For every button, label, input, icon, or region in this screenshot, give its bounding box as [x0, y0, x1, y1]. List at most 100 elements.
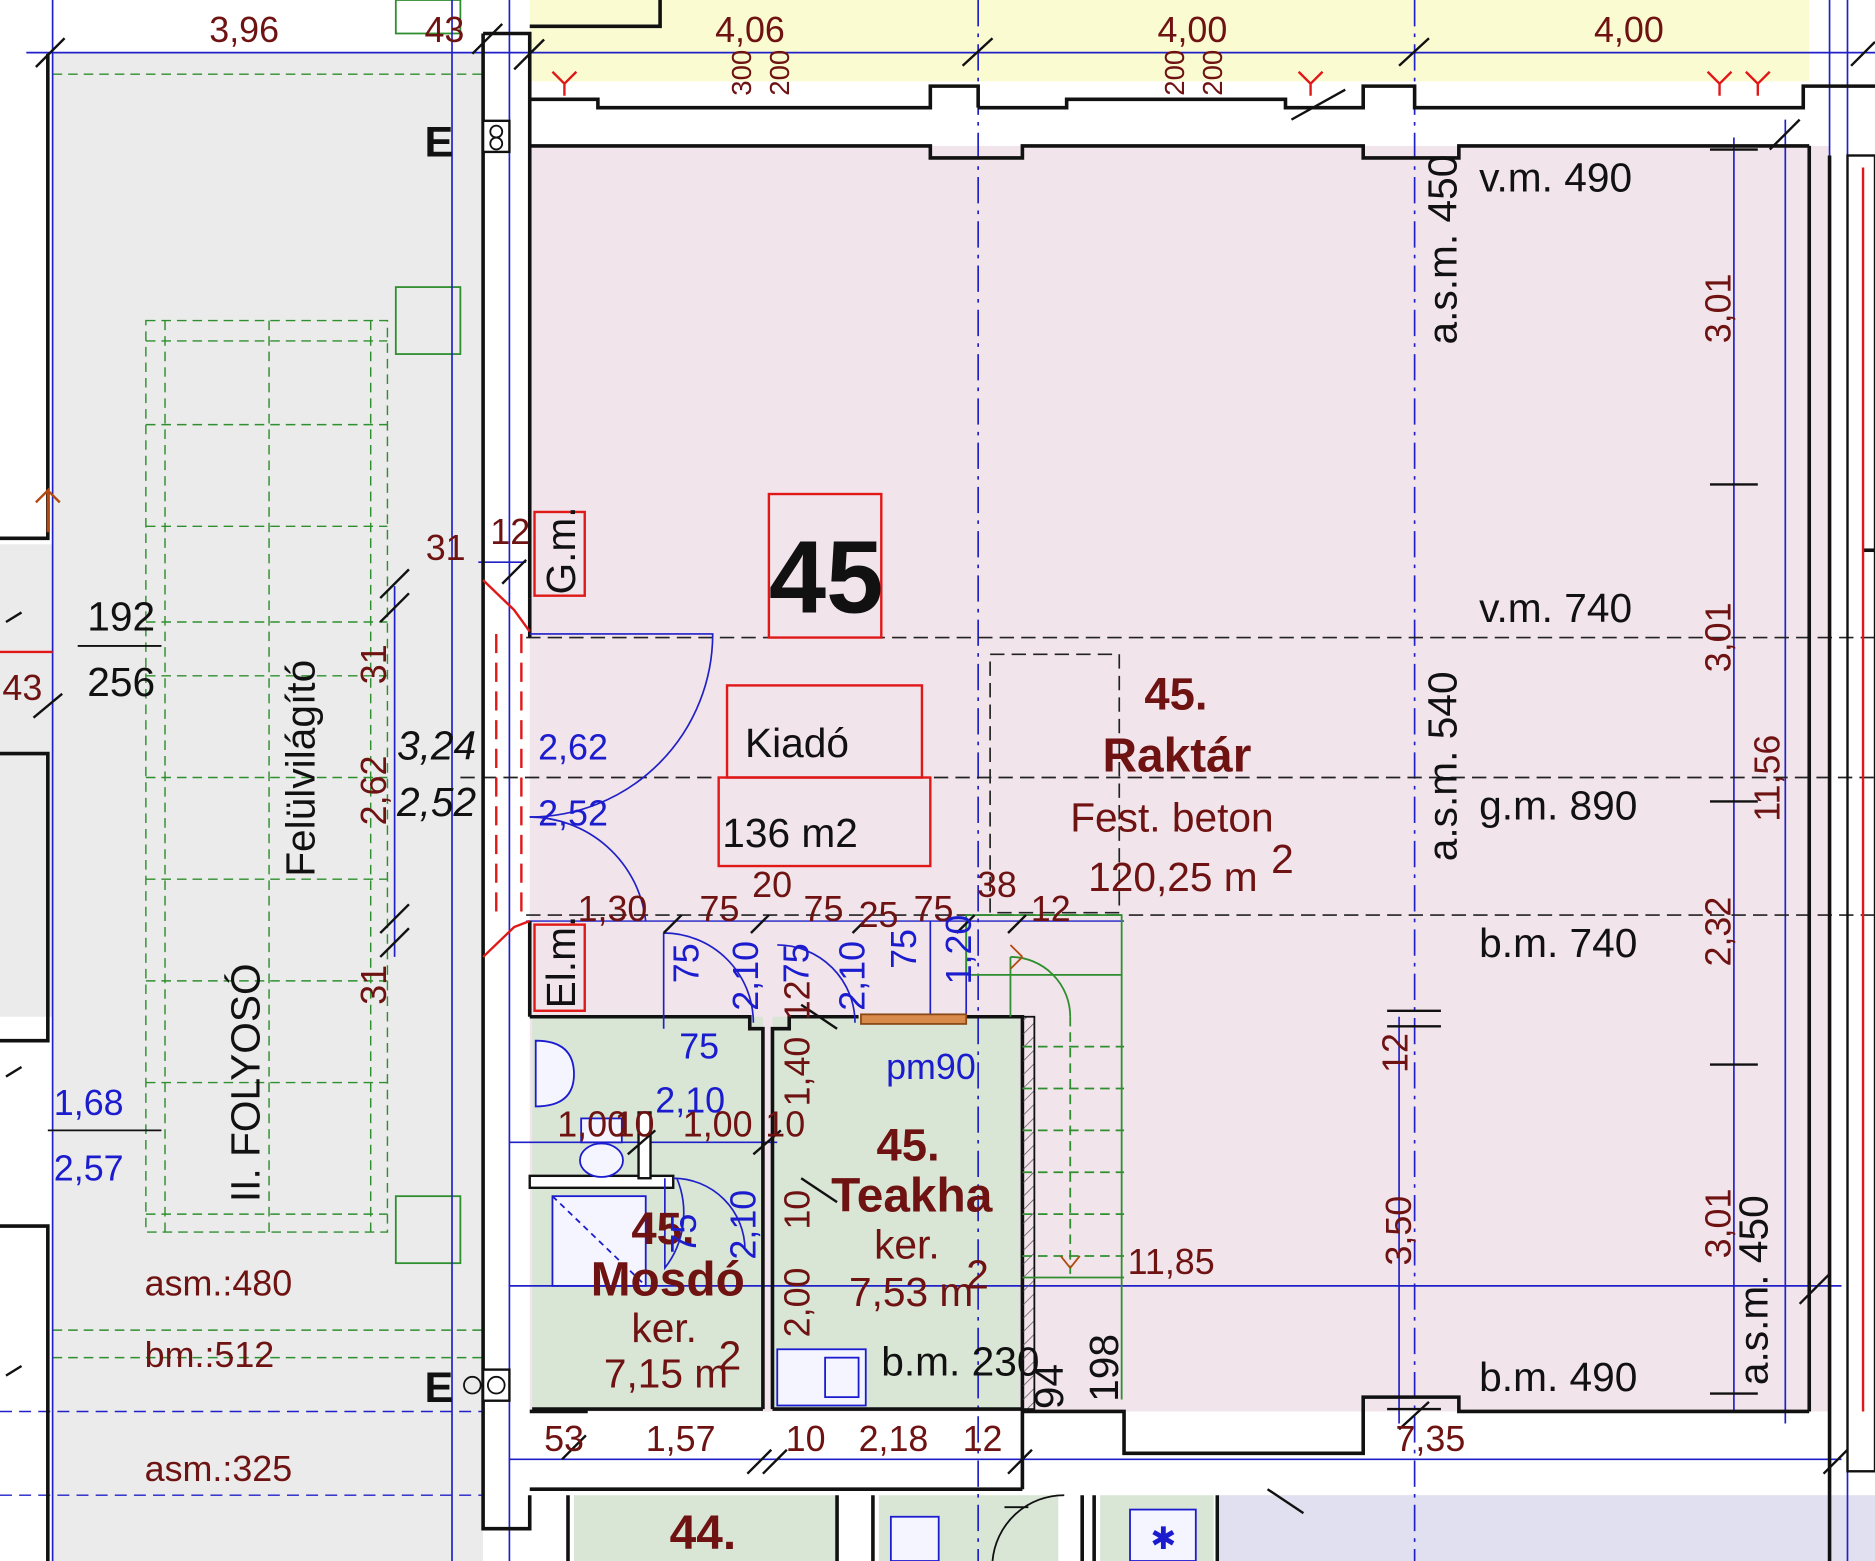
svg-text:E: E: [425, 119, 454, 167]
svg-text:1,20: 1,20: [939, 915, 979, 985]
toilet-44-icon: [889, 1515, 940, 1561]
svg-text:2,10: 2,10: [833, 941, 873, 1011]
svg-text:75: 75: [666, 943, 706, 983]
svg-text:b.m. 740: b.m. 740: [1479, 920, 1637, 966]
svg-text:v.m. 490: v.m. 490: [1479, 154, 1632, 200]
svg-text:Felülvilágító: Felülvilágító: [277, 660, 323, 877]
gm-marker: G.m.: [538, 506, 584, 594]
svg-text:asm.:480: asm.:480: [145, 1263, 292, 1303]
svg-text:12: 12: [1031, 889, 1071, 929]
svg-text:12: 12: [1375, 1033, 1415, 1073]
svg-text:7,53 m: 7,53 m: [849, 1269, 973, 1315]
toilet-icon: [579, 1142, 624, 1178]
svg-text:75: 75: [776, 943, 816, 983]
svg-text:2,57: 2,57: [54, 1149, 124, 1189]
svg-text:10: 10: [765, 1104, 805, 1144]
svg-text:4,00: 4,00: [1158, 10, 1228, 50]
svg-text:b.m. 490: b.m. 490: [1479, 1354, 1637, 1400]
svg-text:2: 2: [1271, 836, 1294, 882]
svg-text:v.m. 740: v.m. 740: [1479, 585, 1632, 631]
svg-text:a.s.m. 450: a.s.m. 450: [1419, 155, 1465, 345]
shower-star-icon: ✱: [1150, 1521, 1176, 1556]
floor-plan: ✱ E E 3,96 43 4,06 4,00 4,00 300 200 200…: [0, 0, 1875, 1561]
svg-text:200: 200: [1159, 50, 1190, 96]
svg-text:3,01: 3,01: [1698, 1189, 1738, 1259]
svg-text:31: 31: [426, 528, 466, 568]
svg-text:a.s.m. 540: a.s.m. 540: [1419, 671, 1465, 861]
svg-text:1,30: 1,30: [578, 889, 648, 929]
svg-text:53: 53: [544, 1419, 584, 1459]
svg-text:1,57: 1,57: [646, 1419, 716, 1459]
svg-text:198: 198: [1081, 1334, 1127, 1402]
svg-text:E: E: [425, 1364, 454, 1412]
svg-text:2,62: 2,62: [354, 756, 394, 826]
svg-text:2,18: 2,18: [859, 1419, 929, 1459]
svg-text:31: 31: [354, 644, 394, 684]
svg-text:ker.: ker.: [631, 1305, 697, 1351]
svg-text:12: 12: [490, 512, 530, 552]
svg-text:asm.:325: asm.:325: [145, 1449, 292, 1489]
svg-text:12: 12: [963, 1419, 1003, 1459]
label-area: 136 m2: [722, 810, 858, 856]
svg-text:7,35: 7,35: [1395, 1419, 1465, 1459]
svg-text:43: 43: [425, 10, 465, 50]
svg-text:3,01: 3,01: [1698, 273, 1738, 343]
svg-text:2,52: 2,52: [538, 793, 608, 833]
svg-text:94: 94: [1026, 1364, 1072, 1409]
svg-text:1,68: 1,68: [54, 1083, 124, 1123]
svg-text:300: 300: [726, 50, 757, 96]
svg-text:45.: 45.: [1144, 668, 1207, 719]
svg-text:II. FOLYOSÓ: II. FOLYOSÓ: [222, 963, 268, 1202]
svg-text:11,56: 11,56: [1747, 735, 1787, 822]
svg-text:2,00: 2,00: [778, 1268, 818, 1338]
svg-text:b.m. 230: b.m. 230: [881, 1339, 1039, 1385]
svg-text:Raktár: Raktár: [1103, 730, 1252, 783]
svg-text:31: 31: [354, 965, 394, 1005]
corridor-left-notch: [0, 544, 53, 1017]
svg-text:Teakha: Teakha: [831, 1170, 993, 1223]
svg-text:200: 200: [764, 50, 795, 96]
svg-text:2,10: 2,10: [724, 1190, 764, 1260]
svg-text:75: 75: [804, 889, 844, 929]
svg-text:3,24: 3,24: [397, 723, 476, 769]
svg-text:ker.: ker.: [874, 1221, 940, 1267]
svg-text:75: 75: [700, 889, 740, 929]
svg-text:g.m. 890: g.m. 890: [1479, 782, 1637, 828]
svg-text:200: 200: [1197, 50, 1228, 96]
svg-text:Fest. beton: Fest. beton: [1070, 794, 1273, 840]
svg-text:12: 12: [778, 980, 818, 1020]
svg-text:20: 20: [752, 865, 792, 905]
svg-text:7,15 m: 7,15 m: [604, 1351, 728, 1397]
svg-text:3,96: 3,96: [209, 10, 279, 50]
svg-text:4,06: 4,06: [715, 10, 785, 50]
svg-text:1,40: 1,40: [778, 1037, 818, 1107]
svg-text:4,00: 4,00: [1594, 10, 1664, 50]
svg-text:1,00: 1,00: [683, 1104, 753, 1144]
svg-text:75: 75: [884, 929, 924, 969]
svg-text:75: 75: [664, 1214, 704, 1254]
room-44-number: 44.: [670, 1507, 736, 1560]
svg-text:256: 256: [87, 659, 155, 705]
svg-text:43: 43: [2, 668, 42, 708]
svg-text:2,10: 2,10: [726, 941, 766, 1011]
svg-text:11,85: 11,85: [1128, 1242, 1215, 1282]
svg-text:38: 38: [977, 865, 1017, 905]
svg-text:3,01: 3,01: [1698, 602, 1738, 672]
label-kiado: Kiadó: [745, 720, 849, 766]
svg-text:2: 2: [966, 1251, 989, 1297]
svg-text:120,25 m: 120,25 m: [1088, 854, 1257, 900]
svg-text:3,50: 3,50: [1379, 1196, 1419, 1266]
svg-text:192: 192: [87, 593, 155, 639]
pm90-label: pm90: [886, 1047, 976, 1087]
svg-text:2: 2: [719, 1333, 742, 1379]
svg-text:2,62: 2,62: [538, 728, 608, 768]
svg-text:bm.:512: bm.:512: [145, 1335, 275, 1375]
svg-text:75: 75: [679, 1027, 719, 1067]
unit-number: 45: [769, 519, 883, 634]
svg-text:Mosdó: Mosdó: [591, 1253, 745, 1306]
elm-marker: El.m.: [538, 916, 584, 1009]
svg-text:10: 10: [786, 1419, 826, 1459]
svg-text:10: 10: [778, 1190, 818, 1230]
svg-text:10: 10: [615, 1104, 655, 1144]
svg-text:2,32: 2,32: [1698, 897, 1738, 967]
